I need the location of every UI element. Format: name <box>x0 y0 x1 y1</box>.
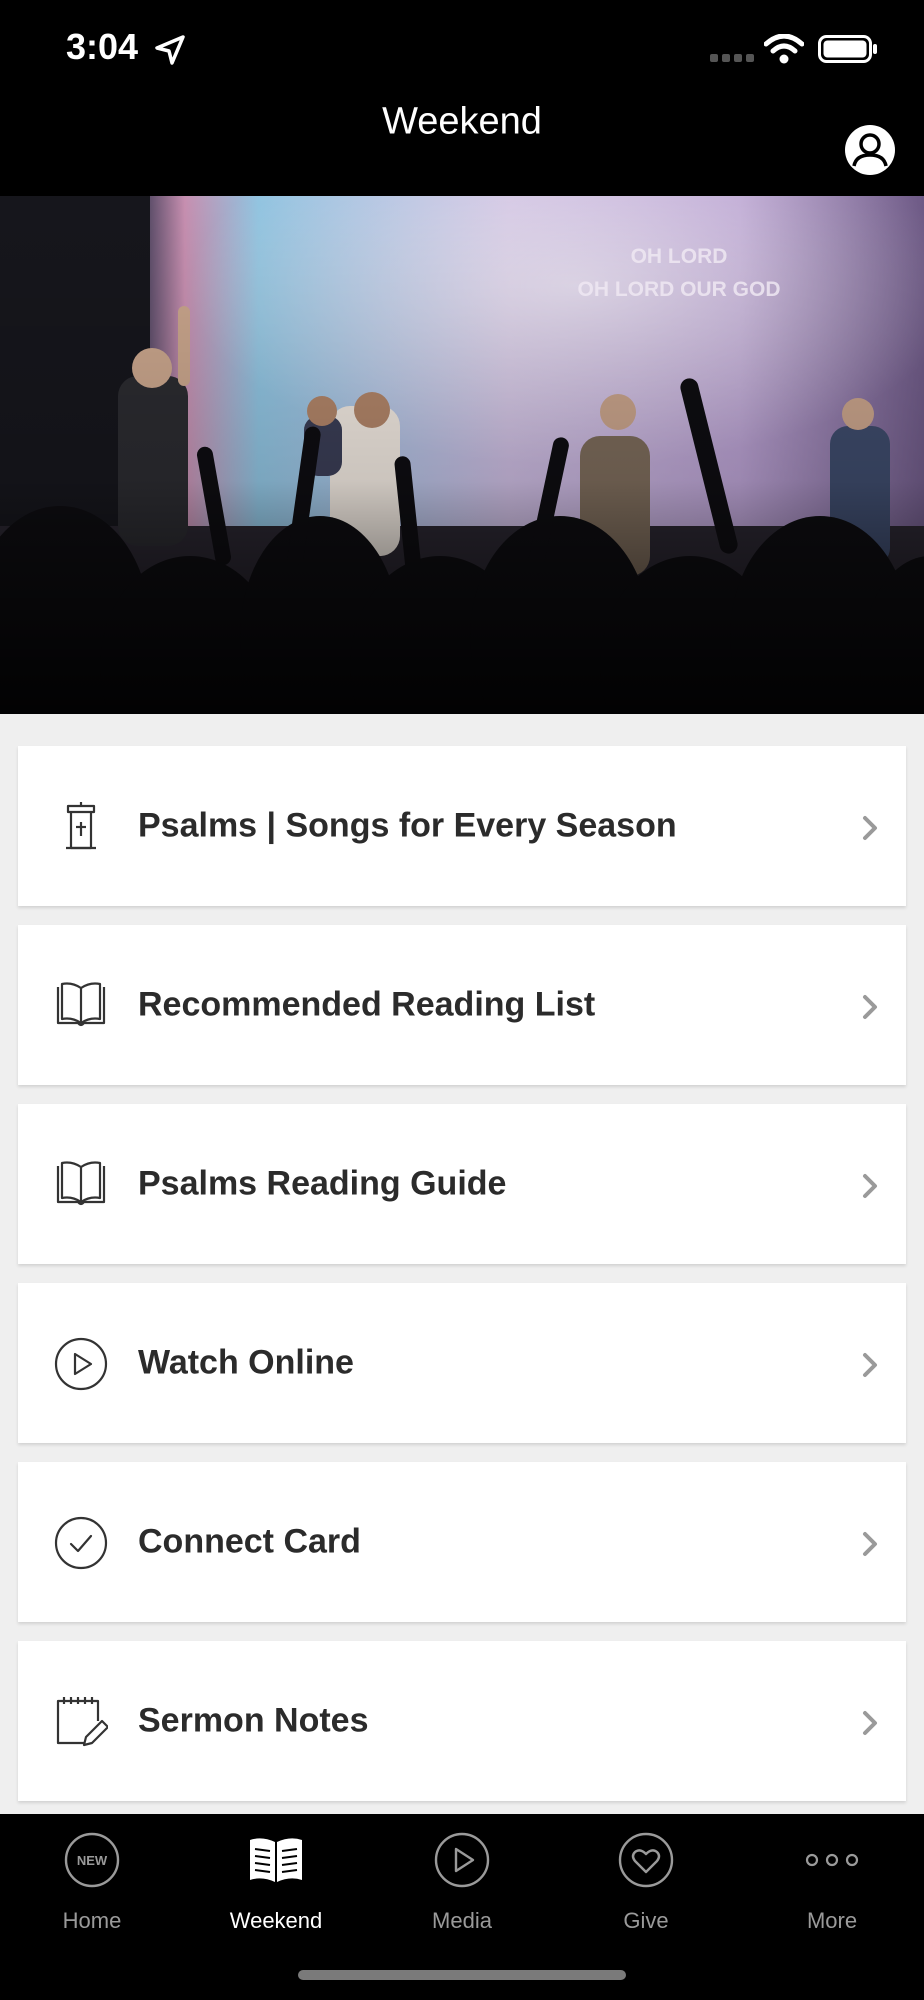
tab-label: Media <box>432 1908 492 1933</box>
menu-item-label: Watch Online <box>138 1343 354 1382</box>
menu-item-label: Recommended Reading List <box>138 985 596 1024</box>
open-book-icon <box>56 982 106 1027</box>
location-arrow-icon <box>155 35 185 65</box>
play-circle-icon <box>434 1832 490 1888</box>
battery-icon <box>818 35 877 63</box>
play-circle-icon <box>54 1337 108 1391</box>
more-dots-icon <box>805 1853 859 1867</box>
menu-item-reading-list[interactable]: Recommended Reading List <box>18 925 906 1085</box>
profile-icon[interactable] <box>844 124 896 176</box>
tab-home[interactable]: NEW Home <box>0 1814 184 1954</box>
pulpit-icon <box>66 802 96 850</box>
cellular-signal-icon <box>710 54 754 62</box>
menu-item-label: Sermon Notes <box>138 1701 369 1740</box>
menu-item-sermon-notes[interactable]: Sermon Notes <box>18 1641 906 1801</box>
menu-item-label: Psalms | Songs for Every Season <box>138 806 677 845</box>
status-time: 3:04 <box>66 26 139 67</box>
wifi-icon <box>764 34 804 64</box>
chevron-right-icon <box>863 816 877 840</box>
book-icon <box>250 1838 302 1882</box>
tab-weekend[interactable]: Weekend <box>184 1814 368 1954</box>
menu-item-connect-card[interactable]: Connect Card <box>18 1462 906 1622</box>
home-indicator <box>298 1970 626 1980</box>
hero-image: OH LORD OH LORD OUR GOD <box>0 196 924 714</box>
tab-label: Weekend <box>229 1908 323 1933</box>
open-book-icon <box>56 1161 106 1206</box>
tab-label: Home <box>62 1908 122 1933</box>
menu-item-label: Psalms Reading Guide <box>138 1164 507 1203</box>
lyrics-line-2: OH LORD OUR GOD <box>578 278 781 301</box>
tab-label: Give <box>623 1908 669 1933</box>
weekend-menu-list: Psalms | Songs for Every Season Recommen… <box>18 746 906 1820</box>
chevron-right-icon <box>863 1532 877 1556</box>
new-badge-icon: NEW <box>64 1832 120 1888</box>
menu-item-label: Connect Card <box>138 1522 361 1561</box>
tab-label: More <box>806 1908 858 1933</box>
menu-item-reading-guide[interactable]: Psalms Reading Guide <box>18 1104 906 1264</box>
tab-give[interactable]: Give <box>554 1814 738 1954</box>
lyrics-line-1: OH LORD <box>631 245 728 268</box>
check-circle-icon <box>54 1516 108 1570</box>
menu-item-watch-online[interactable]: Watch Online <box>18 1283 906 1443</box>
top-bar: 3:04 Weekend <box>0 0 924 196</box>
menu-item-psalms-series[interactable]: Psalms | Songs for Every Season <box>18 746 906 906</box>
chevron-right-icon <box>863 1353 877 1377</box>
chevron-right-icon <box>863 995 877 1019</box>
heart-circle-icon <box>618 1832 674 1888</box>
page-title: Weekend <box>382 100 542 143</box>
tab-media[interactable]: Media <box>370 1814 554 1954</box>
worship-stage-photo: OH LORD OH LORD OUR GOD <box>0 196 924 714</box>
new-badge-text: NEW <box>77 1853 108 1868</box>
chevron-right-icon <box>863 1174 877 1198</box>
tab-more[interactable]: More <box>740 1814 924 1954</box>
chevron-right-icon <box>863 1711 877 1735</box>
notepad-pencil-icon <box>56 1697 108 1747</box>
